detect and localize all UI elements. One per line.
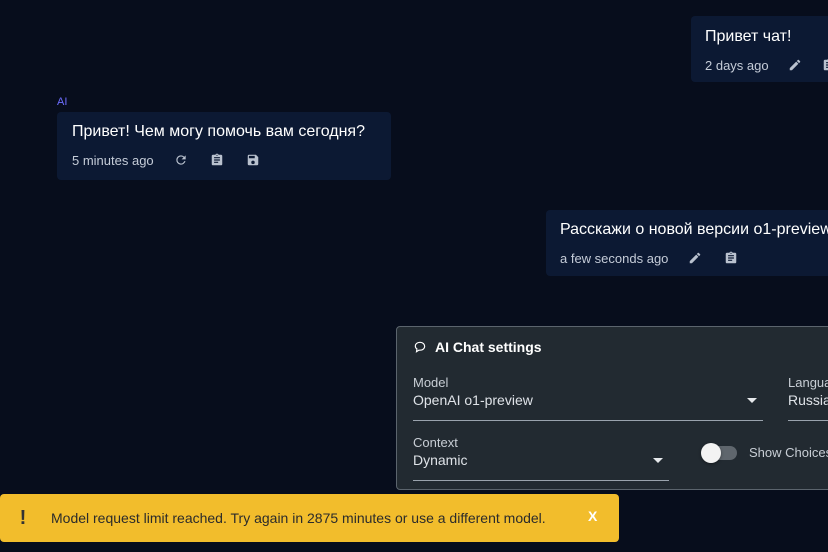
toggle-knob xyxy=(701,442,721,463)
user-message-bubble: Привет чат! 2 days ago xyxy=(691,16,828,82)
language-value: Russian xyxy=(788,392,828,408)
limit-warning-snackbar: ! Model request limit reached. Try again… xyxy=(0,494,619,542)
context-value: Dynamic xyxy=(413,452,468,468)
model-value: OpenAI o1-preview xyxy=(413,392,533,408)
message-text: Расскажи о новой версии o1-preview xyxy=(560,221,828,238)
context-label: Context xyxy=(413,435,458,450)
message-timestamp: 2 days ago xyxy=(705,57,769,73)
model-label: Model xyxy=(413,375,449,390)
edit-icon[interactable] xyxy=(787,56,803,74)
model-select[interactable]: Model OpenAI o1-preview xyxy=(413,375,763,421)
chat-bubble-icon xyxy=(414,341,426,353)
language-label: Language xyxy=(788,375,828,390)
clipboard-icon[interactable] xyxy=(208,151,226,169)
settings-header: AI Chat settings xyxy=(413,339,542,355)
show-choices-control: Show Choices xyxy=(701,442,828,463)
message-text: Привет чат! xyxy=(705,28,792,45)
edit-icon[interactable] xyxy=(686,249,704,267)
clipboard-icon[interactable] xyxy=(722,249,740,267)
close-snackbar-button[interactable]: X xyxy=(588,508,597,524)
ai-sender-label: AI xyxy=(57,96,68,108)
context-select[interactable]: Context Dynamic xyxy=(413,435,669,481)
message-timestamp: a few seconds ago xyxy=(560,250,669,266)
save-icon[interactable] xyxy=(244,151,262,169)
dropdown-arrow-icon xyxy=(747,398,757,403)
clipboard-icon[interactable] xyxy=(821,56,828,74)
dropdown-arrow-icon xyxy=(653,458,663,463)
user-message-bubble: Расскажи о новой версии o1-preview a few… xyxy=(546,210,828,276)
refresh-icon[interactable] xyxy=(172,151,190,169)
chat-settings-panel: AI Chat settings Model OpenAI o1-preview… xyxy=(396,326,828,490)
settings-title: AI Chat settings xyxy=(435,339,542,355)
ai-message-bubble: Привет! Чем могу помочь вам сегодня? 5 m… xyxy=(57,112,391,180)
warning-icon: ! xyxy=(19,506,27,529)
language-select[interactable]: Language Russian xyxy=(788,375,828,421)
snackbar-message: Model request limit reached. Try again i… xyxy=(51,510,546,526)
show-choices-label: Show Choices xyxy=(749,445,828,460)
show-choices-toggle[interactable] xyxy=(701,442,737,463)
message-text: Привет! Чем могу помочь вам сегодня? xyxy=(72,123,365,140)
message-timestamp: 5 minutes ago xyxy=(72,152,154,168)
